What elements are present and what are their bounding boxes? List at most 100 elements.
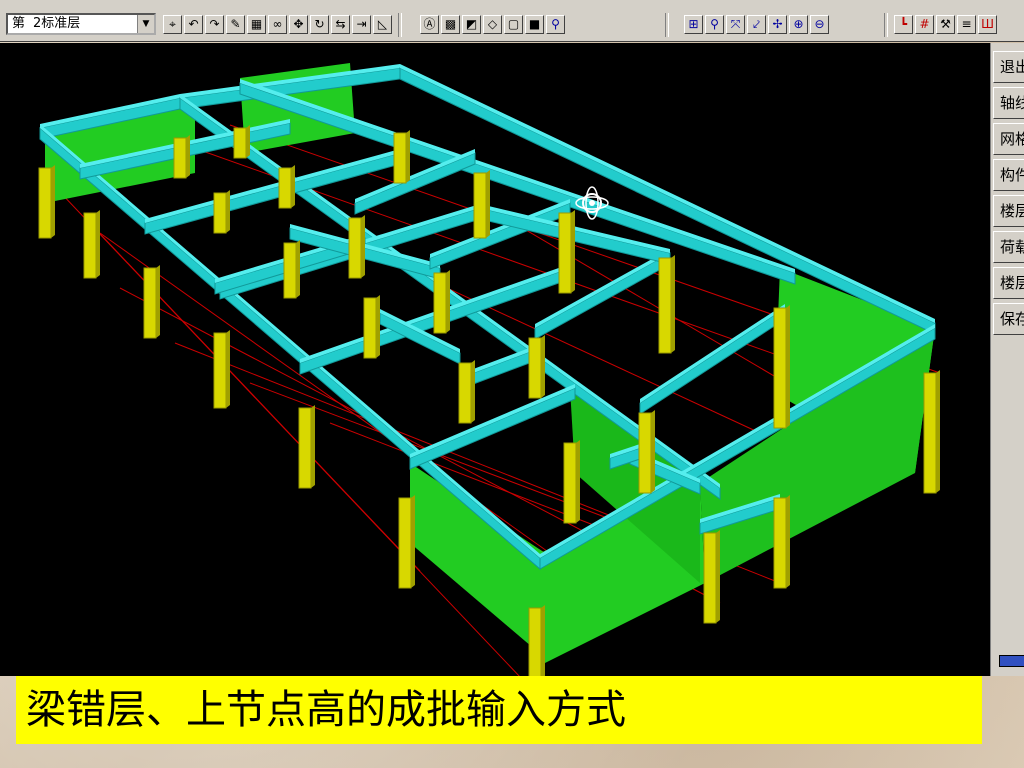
cube-icon[interactable]: ■ <box>525 15 544 34</box>
beam <box>409 387 576 470</box>
column <box>398 497 412 589</box>
toolbar-separator <box>665 13 669 37</box>
grid-snap-icon[interactable]: ⌖ <box>163 15 182 34</box>
column <box>773 307 787 429</box>
column <box>528 337 542 399</box>
grid-icon[interactable]: ▦ <box>247 15 266 34</box>
undo-icon[interactable]: ↶ <box>184 15 203 34</box>
column-side <box>671 255 675 353</box>
mirror-icon[interactable]: ⇆ <box>331 15 350 34</box>
zoom-previous-icon[interactable]: ⤦ <box>747 15 766 34</box>
column-side <box>376 295 380 358</box>
column-side <box>96 210 100 278</box>
section-icon[interactable]: ◩ <box>462 15 481 34</box>
column <box>83 212 97 279</box>
right-side-menu: 退出轴线网格构件楼层荷载楼层保存 <box>990 43 1024 676</box>
zoom-out-icon[interactable]: ⊖ <box>810 15 829 34</box>
column-side <box>291 165 295 208</box>
column-side <box>576 440 580 523</box>
side-menu-item[interactable]: 轴线 <box>993 87 1024 119</box>
toolbar: 第 2标准层 ▼ ⌖ ↶ ↷ ✎ ▦ ∞ ✥ ↻ ⇆ ⇥ ◺ Ⓐ ▩ ◩ ◇ ▢ ■ ⚲ ⊞ ⚲ ⤧ ⤦ ✢ ⊕ ⊖ ┗ # ⚒ ≡ Ш <box>0 8 1024 42</box>
column-side <box>486 170 490 238</box>
beam <box>534 252 671 340</box>
side-menu-item[interactable]: 保存 <box>993 303 1024 335</box>
column-side <box>311 405 315 488</box>
side-menu-item[interactable]: 构件 <box>993 159 1024 191</box>
rotate-icon[interactable]: ↻ <box>310 15 329 34</box>
floor-select[interactable]: 第 2标准层 ▼ <box>6 13 156 35</box>
column-side <box>51 165 55 238</box>
column-side <box>786 305 790 428</box>
beam-top <box>535 249 670 328</box>
move-icon[interactable]: ✥ <box>289 15 308 34</box>
column <box>458 362 472 424</box>
zoom-find-icon[interactable]: ⚲ <box>546 15 565 34</box>
dropdown-arrow-icon[interactable]: ▼ <box>137 15 154 33</box>
box-icon[interactable]: ▢ <box>504 15 523 34</box>
column <box>233 127 247 159</box>
shade-icon[interactable]: ◇ <box>483 15 502 34</box>
column-side <box>361 215 365 278</box>
column <box>363 297 377 359</box>
fit-view-icon[interactable]: ⊞ <box>684 15 703 34</box>
slide-caption: 梁错层、上节点高的成批输入方式 <box>16 676 982 744</box>
side-menu-item[interactable]: 楼层 <box>993 267 1024 299</box>
polygon-icon[interactable]: ◺ <box>373 15 392 34</box>
column <box>923 372 937 494</box>
column-icon[interactable]: Ш <box>978 15 997 34</box>
column-side <box>446 270 450 333</box>
column <box>473 172 487 239</box>
pen-icon[interactable]: ✎ <box>226 15 245 34</box>
column <box>638 412 652 494</box>
column-side <box>786 495 790 588</box>
column <box>38 167 52 239</box>
beam-grid-icon[interactable]: # <box>915 15 934 34</box>
column-side <box>541 605 545 676</box>
link-icon[interactable]: ∞ <box>268 15 287 34</box>
redo-icon[interactable]: ↷ <box>205 15 224 34</box>
column <box>143 267 157 339</box>
wall-icon[interactable]: ┗ <box>894 15 913 34</box>
side-menu-item[interactable]: 网格 <box>993 123 1024 155</box>
column-side <box>226 330 230 408</box>
column-side <box>406 130 410 183</box>
side-menu-item[interactable]: 退出 <box>993 51 1024 83</box>
column-side <box>471 360 475 423</box>
column-side <box>541 335 545 398</box>
column <box>558 212 572 294</box>
column <box>703 532 717 624</box>
axis-icon[interactable]: Ⓐ <box>420 15 439 34</box>
zoom-dynamic-icon[interactable]: ⤧ <box>726 15 745 34</box>
column-side <box>226 190 230 233</box>
column <box>433 272 447 334</box>
hammer-icon[interactable]: ⚒ <box>936 15 955 34</box>
column <box>213 332 227 409</box>
column <box>298 407 312 489</box>
zoom-window-icon[interactable]: ⚲ <box>705 15 724 34</box>
beam-top <box>410 384 575 458</box>
3d-model-viewport[interactable] <box>0 43 990 676</box>
column <box>658 257 672 354</box>
render-icon[interactable]: ▩ <box>441 15 460 34</box>
column-side <box>936 370 940 493</box>
status-icon <box>999 655 1024 667</box>
frame-structure-model <box>38 63 941 676</box>
column <box>278 167 292 209</box>
list-icon[interactable]: ≡ <box>957 15 976 34</box>
column-side <box>186 135 190 178</box>
column-side <box>156 265 160 338</box>
column-side <box>651 410 655 493</box>
column <box>773 497 787 589</box>
side-menu-item[interactable]: 楼层 <box>993 195 1024 227</box>
pan-icon[interactable]: ✢ <box>768 15 787 34</box>
extend-icon[interactable]: ⇥ <box>352 15 371 34</box>
floor-select-value: 2标准层 <box>33 16 81 31</box>
column <box>348 217 362 279</box>
wall <box>410 463 545 658</box>
side-menu-item[interactable]: 荷载 <box>993 231 1024 263</box>
column <box>283 242 297 299</box>
column-side <box>246 125 250 158</box>
zoom-in-icon[interactable]: ⊕ <box>789 15 808 34</box>
column <box>563 442 577 524</box>
column <box>213 192 227 234</box>
